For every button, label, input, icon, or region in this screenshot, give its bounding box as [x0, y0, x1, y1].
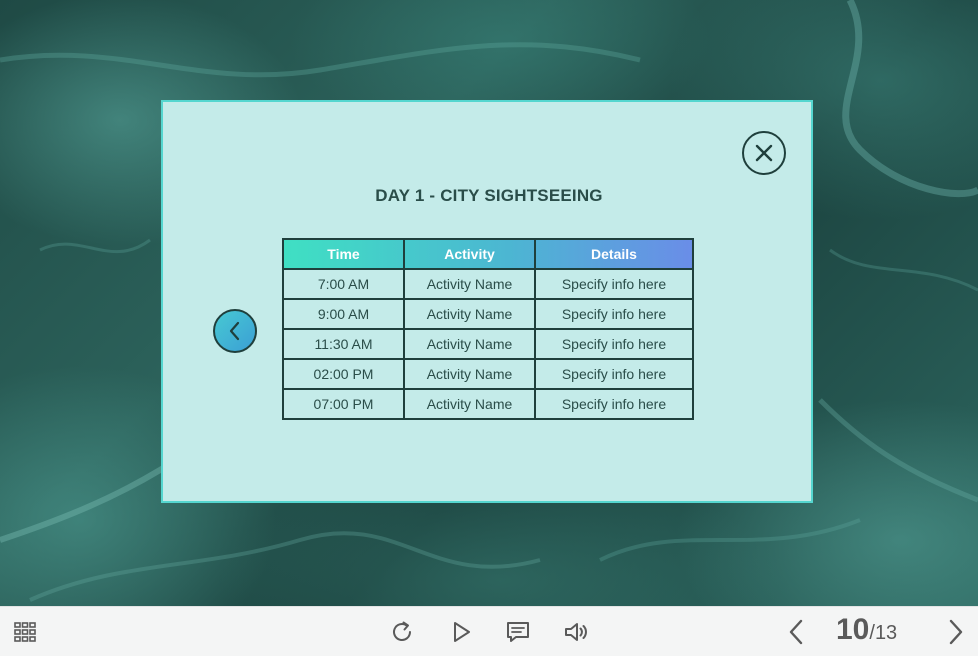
schedule-table: Time Activity Details 7:00 AM Activity N… [282, 238, 694, 420]
cell-activity: Activity Name [403, 328, 536, 360]
table-header-row: Time Activity Details [282, 238, 694, 270]
menu-grid-button[interactable] [11, 618, 39, 646]
play-button[interactable] [447, 618, 475, 646]
table-row: 7:00 AM Activity Name Specify info here [282, 268, 694, 300]
comment-button[interactable] [504, 618, 532, 646]
page-current: 10 [836, 613, 870, 646]
cell-activity: Activity Name [403, 388, 536, 420]
prev-icon [789, 619, 803, 645]
close-button[interactable] [742, 131, 786, 175]
cell-time: 9:00 AM [282, 298, 405, 330]
next-icon [949, 619, 963, 645]
next-slide-button[interactable] [941, 618, 969, 646]
cell-details: Specify info here [534, 298, 694, 330]
replay-icon [393, 621, 411, 641]
player-toolbar: 10 / 13 [0, 606, 978, 656]
header-time: Time [282, 238, 405, 270]
prev-slide-button[interactable] [783, 618, 811, 646]
modal-title: DAY 1 - CITY SIGHTSEEING [375, 186, 603, 205]
cell-activity: Activity Name [403, 298, 536, 330]
table-row: 07:00 PM Activity Name Specify info here [282, 388, 694, 420]
menu-grid-icon [14, 622, 36, 642]
cell-time: 07:00 PM [282, 388, 405, 420]
cell-time: 11:30 AM [282, 328, 405, 360]
close-icon [755, 144, 773, 162]
itinerary-modal: DAY 1 - CITY SIGHTSEEING Time Activity D… [161, 100, 813, 503]
replay-button[interactable] [388, 618, 416, 646]
header-details: Details [534, 238, 694, 270]
cell-details: Specify info here [534, 268, 694, 300]
cell-details: Specify info here [534, 328, 694, 360]
page-counter: 10 / 13 [836, 613, 897, 651]
cell-details: Specify info here [534, 388, 694, 420]
cell-time: 02:00 PM [282, 358, 405, 390]
cell-activity: Activity Name [403, 268, 536, 300]
cell-activity: Activity Name [403, 358, 536, 390]
background-terrain: DAY 1 - CITY SIGHTSEEING Time Activity D… [0, 0, 978, 606]
table-row: 11:30 AM Activity Name Specify info here [282, 328, 694, 360]
page-total: 13 [874, 622, 898, 644]
play-icon [454, 622, 470, 642]
volume-icon [565, 623, 587, 641]
table-row: 02:00 PM Activity Name Specify info here [282, 358, 694, 390]
header-activity: Activity [403, 238, 536, 270]
chevron-left-icon [229, 321, 240, 341]
cell-details: Specify info here [534, 358, 694, 390]
volume-button[interactable] [562, 618, 590, 646]
back-button[interactable] [213, 309, 257, 353]
comment-icon [507, 622, 529, 642]
table-row: 9:00 AM Activity Name Specify info here [282, 298, 694, 330]
cell-time: 7:00 AM [282, 268, 405, 300]
